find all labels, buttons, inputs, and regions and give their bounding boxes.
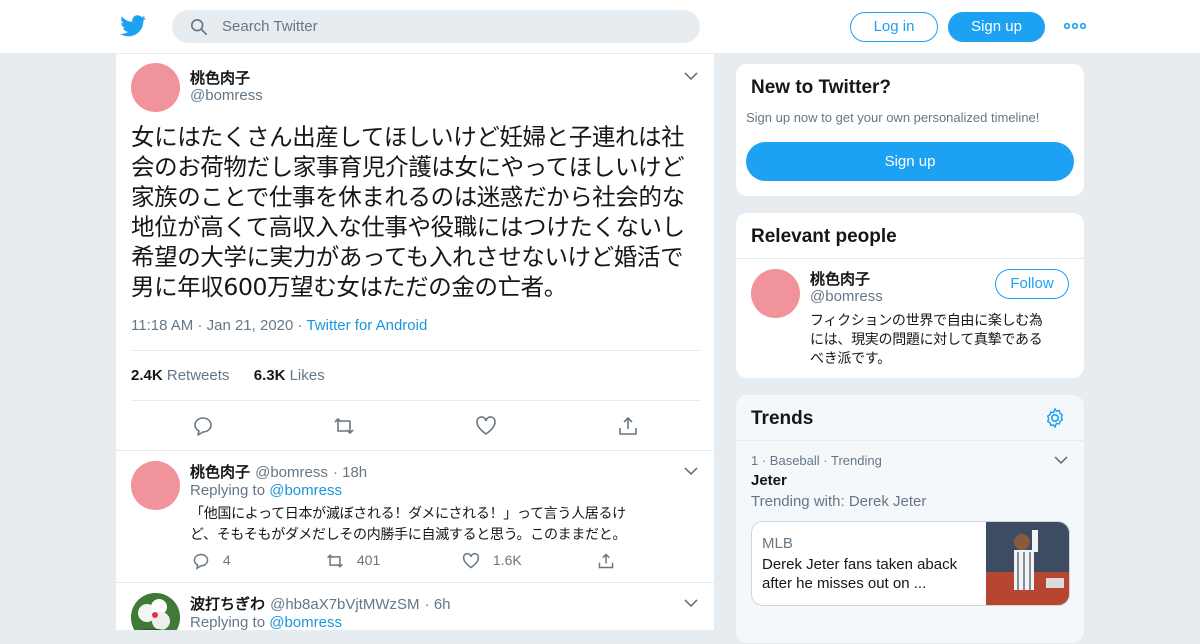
reply-tweet[interactable]: 波打ちぎわ @hb8aX7bVjtMWzSM · 6h Replying to … [116,582,714,630]
replying-to: Replying to @bomress [190,614,342,630]
divider [131,350,701,351]
share-icon[interactable] [597,552,615,570]
tweet-column: 桃色肉子 @bomress 女にはたくさん出産してほしいけど妊婦と子連れは社 会… [115,54,715,630]
avatar[interactable] [131,593,180,630]
person-bio: フィクションの世界で自由に楽しむ為 には、現実の問題に対して真摯である べき派で… [810,313,1043,367]
search-bar[interactable]: Search Twitter [172,10,700,43]
card-subtitle: Sign up now to get your own personalized… [746,110,1040,125]
person-name[interactable]: 桃色肉子 [810,268,870,289]
reply-age[interactable]: 6h [434,596,451,613]
search-input[interactable]: Search Twitter [222,18,318,35]
follow-button[interactable]: Follow [995,269,1069,299]
card-title: New to Twitter? [751,77,892,98]
retweet-icon [327,554,343,569]
reply-age[interactable]: 18h [342,464,367,481]
trends-card: Trends 1 · Baseball · Trending Jeter Tre… [735,394,1085,644]
tweet-date[interactable]: Jan 21, 2020 [207,317,294,334]
share-icon[interactable] [617,415,639,437]
chevron-down-icon[interactable] [684,598,698,608]
flower-avatar-image [131,593,180,630]
trend-name[interactable]: Jeter [751,472,787,489]
tweet-stats: 2.4K Retweets 6.3K Likes [131,367,325,384]
reply-tweet[interactable]: 桃色肉子 @bomress · 18h Replying to @bomress… [116,450,714,582]
avatar[interactable] [131,63,180,112]
signup-button[interactable]: Sign up [746,142,1074,181]
chevron-down-icon[interactable] [1054,455,1068,465]
retweets-stat[interactable]: 2.4K Retweets [131,367,229,384]
trend-context: Trending with: Derek Jeter [751,493,927,510]
likes-stat[interactable]: 6.3K Likes [254,367,325,384]
retweet-count: 401 [356,552,381,568]
divider [736,258,1084,259]
avatar[interactable] [751,269,800,318]
replying-to-link[interactable]: @bomress [269,614,342,630]
reply-icon[interactable] [192,415,214,437]
twitter-bird-icon[interactable] [120,14,146,38]
card-title: Trends [751,408,814,429]
author-handle[interactable]: @bomress [255,464,328,481]
reply-count: 4 [222,552,231,568]
like-action[interactable]: 1.6K [462,552,522,570]
author-name[interactable]: 桃色肉子 [190,67,250,88]
retweet-icon[interactable] [333,415,355,437]
more-dots-icon[interactable] [1064,18,1086,34]
person-handle[interactable]: @bomress [810,288,883,305]
trend-news-card[interactable]: MLB Derek Jeter fans taken aback after h… [751,521,1070,606]
reply-header: 桃色肉子 @bomress · 18h [190,464,368,481]
signup-button[interactable]: Sign up [948,12,1045,42]
reply-icon [193,554,209,571]
settings-gear-icon[interactable] [1044,407,1066,429]
news-thumbnail-image [986,522,1069,605]
like-icon[interactable] [475,415,497,437]
reply-action[interactable]: 4 [192,552,231,571]
top-bar: Search Twitter Log in Sign up [0,0,1200,54]
divider [736,440,1084,441]
author-handle[interactable]: @hb8aX7bVjtMWzSM [270,596,419,613]
author-handle[interactable]: @bomress [190,87,263,104]
relevant-people-card: Relevant people 桃色肉子 @bomress Follow フィク… [735,212,1085,379]
retweet-action[interactable]: 401 [326,552,380,570]
tweet-source[interactable]: Twitter for Android [306,317,427,334]
author-name[interactable]: 桃色肉子 [190,464,250,481]
avatar[interactable] [131,461,180,510]
news-source: MLB [762,535,793,552]
chevron-down-icon[interactable] [684,466,698,476]
new-to-twitter-card: New to Twitter? Sign up now to get your … [735,63,1085,197]
tweet-time[interactable]: 11:18 AM [131,317,193,334]
trend-meta: 1 · Baseball · Trending [751,453,882,468]
reply-text: 「他国によって日本が滅ぼされる！ダメにされる！」って言う人居るけ ど、そもそもが… [190,506,627,543]
chevron-down-icon[interactable] [684,71,698,81]
divider [131,400,701,401]
tweet-text: 女にはたくさん出産してほしいけど妊婦と子連れは社 会のお荷物だし家事育児介護は女… [131,123,685,301]
author-name[interactable]: 波打ちぎわ [190,596,265,613]
reply-header: 波打ちぎわ @hb8aX7bVjtMWzSM · 6h [190,596,451,613]
login-button[interactable]: Log in [850,12,938,42]
search-icon [190,18,208,36]
tweet-metadata: 11:18 AM · Jan 21, 2020 · Twitter for An… [131,317,428,334]
like-count: 1.6K [492,552,522,568]
news-headline: Derek Jeter fans taken aback after he mi… [762,556,958,592]
card-title: Relevant people [751,226,897,247]
like-icon [462,553,480,569]
replying-to: Replying to @bomress [190,482,342,499]
replying-to-link[interactable]: @bomress [269,482,342,499]
